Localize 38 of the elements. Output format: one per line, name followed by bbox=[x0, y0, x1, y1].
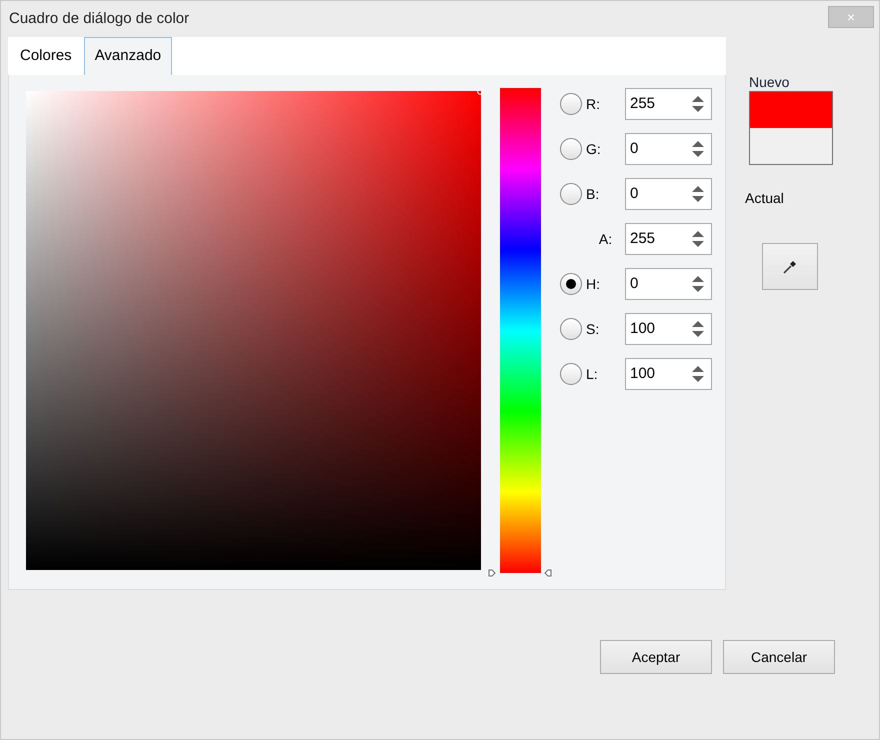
spin-arrows-icon[interactable] bbox=[691, 183, 705, 205]
field-label: A: bbox=[598, 230, 614, 248]
field-label: S: bbox=[585, 320, 600, 338]
spin-arrows-icon[interactable] bbox=[691, 273, 705, 295]
window-title: Cuadro de diálogo de color bbox=[9, 8, 190, 29]
radio-button[interactable] bbox=[560, 318, 582, 340]
spin-arrows-icon[interactable] bbox=[691, 138, 705, 160]
number-field[interactable]: 255 bbox=[625, 223, 712, 255]
new-label: Nuevo bbox=[749, 74, 790, 91]
number-field[interactable]: 0 bbox=[625, 133, 712, 165]
number-field[interactable]: 255 bbox=[625, 88, 712, 120]
spin-arrows-icon[interactable] bbox=[691, 93, 705, 115]
spin-arrows-icon[interactable] bbox=[691, 318, 705, 340]
color-field[interactable] bbox=[26, 91, 481, 570]
field-label: G: bbox=[585, 140, 602, 158]
spin-arrows-icon[interactable] bbox=[691, 363, 705, 385]
eyedropper-icon bbox=[782, 258, 798, 274]
radio-button[interactable] bbox=[560, 363, 582, 385]
radio-button[interactable] bbox=[560, 183, 582, 205]
dialog-button[interactable]: Aceptar bbox=[600, 640, 712, 674]
hue-slider[interactable] bbox=[488, 88, 552, 577]
tab[interactable]: Avanzado bbox=[84, 37, 172, 75]
radio-button[interactable] bbox=[560, 93, 582, 115]
radio-button[interactable] bbox=[560, 273, 582, 295]
field-label: H: bbox=[585, 274, 601, 294]
field-label: B: bbox=[585, 184, 600, 204]
field-label: L: bbox=[585, 364, 599, 384]
radio-button[interactable] bbox=[560, 138, 582, 160]
number-field[interactable]: 100 bbox=[625, 313, 712, 345]
hue-marker-icon[interactable] bbox=[488, 569, 552, 577]
number-field[interactable]: 0 bbox=[625, 268, 712, 300]
current-label: Actual bbox=[745, 189, 785, 208]
dialog-button[interactable]: Cancelar bbox=[723, 640, 835, 674]
field-label: R: bbox=[585, 94, 601, 114]
number-field[interactable]: 100 bbox=[625, 358, 712, 390]
picker-marker-icon[interactable] bbox=[477, 88, 484, 95]
spin-arrows-icon[interactable] bbox=[691, 228, 705, 250]
number-field[interactable]: 0 bbox=[625, 178, 712, 210]
